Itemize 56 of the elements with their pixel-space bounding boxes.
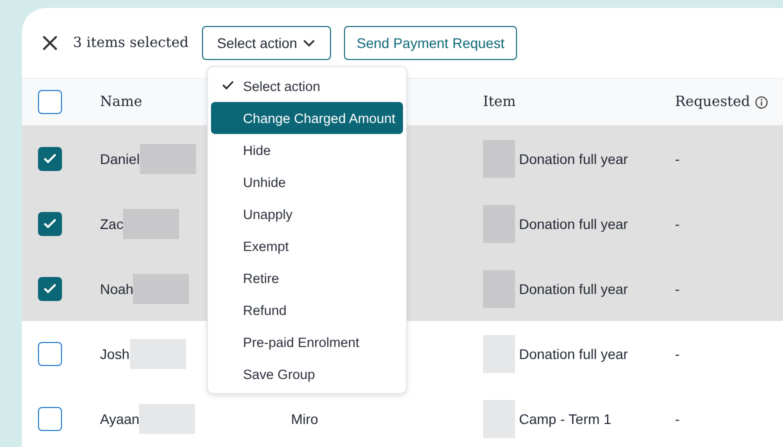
item-cell: Donation full year bbox=[519, 216, 628, 232]
row-checkbox[interactable] bbox=[38, 276, 62, 300]
item-cell: Camp - Term 1 bbox=[519, 410, 612, 426]
menu-item[interactable]: Unhide bbox=[211, 166, 404, 198]
redaction-block bbox=[483, 270, 515, 308]
column-header: Requested bbox=[675, 94, 750, 110]
column-header: Name bbox=[100, 94, 144, 110]
requested-cell-text: - bbox=[675, 346, 681, 362]
info-icon bbox=[755, 96, 768, 108]
item-cell: Donation full year bbox=[519, 346, 628, 362]
menu-item[interactable]: Retire bbox=[211, 262, 404, 294]
check-icon bbox=[43, 283, 57, 294]
name-cell: Zac bbox=[100, 216, 124, 232]
requested-cell-text: - bbox=[675, 216, 681, 232]
menu-item[interactable]: Save Group bbox=[211, 358, 404, 390]
select-all-checkbox[interactable] bbox=[38, 90, 62, 114]
redaction-block bbox=[483, 400, 515, 438]
check-icon bbox=[222, 80, 234, 90]
name-cell: Ayaan bbox=[100, 410, 140, 426]
menu-item[interactable]: Pre-paid Enrolment bbox=[211, 326, 404, 358]
menu-item[interactable]: Change Charged Amount bbox=[211, 102, 404, 134]
redaction-block bbox=[483, 140, 515, 178]
row-checkbox[interactable] bbox=[38, 406, 62, 430]
name-cell: Daniel bbox=[100, 150, 140, 166]
redaction-block bbox=[133, 274, 190, 304]
row-checkbox[interactable] bbox=[38, 212, 62, 236]
redaction-block bbox=[130, 338, 186, 368]
name-cell: Josh bbox=[100, 346, 130, 362]
close-button[interactable] bbox=[40, 33, 60, 53]
requested-cell-text: - bbox=[675, 410, 681, 426]
item-cell: Donation full year bbox=[519, 280, 628, 296]
action-select[interactable]: Select action bbox=[202, 26, 331, 60]
menu-item[interactable]: Unapply bbox=[211, 198, 404, 230]
check-icon bbox=[43, 218, 57, 229]
menu-item[interactable]: Hide bbox=[211, 134, 404, 166]
redaction-block bbox=[483, 334, 515, 372]
item-cell: Donation full year bbox=[519, 150, 628, 166]
redaction-block bbox=[483, 204, 515, 242]
menu-item[interactable]: Select action bbox=[211, 70, 404, 102]
menu-item[interactable]: Refund bbox=[211, 294, 404, 326]
redaction-block bbox=[140, 144, 196, 174]
table-cell: Miro bbox=[291, 410, 318, 426]
check-icon bbox=[43, 153, 57, 164]
row-checkbox[interactable] bbox=[38, 146, 62, 170]
close-icon bbox=[42, 35, 58, 51]
menu-item[interactable]: Exempt bbox=[211, 230, 404, 262]
redaction-block bbox=[139, 404, 196, 434]
chevron-icon bbox=[303, 39, 316, 47]
send-payment-request-button[interactable]: Send Payment Request bbox=[344, 26, 518, 60]
selection-count: 3 items selected bbox=[73, 35, 189, 51]
column-header: Item bbox=[483, 94, 517, 110]
name-cell: Noah bbox=[100, 280, 134, 296]
requested-cell-text: - bbox=[675, 280, 681, 296]
redaction-block bbox=[123, 208, 180, 238]
requested-cell-text: - bbox=[675, 150, 681, 166]
row-checkbox[interactable] bbox=[38, 342, 62, 366]
